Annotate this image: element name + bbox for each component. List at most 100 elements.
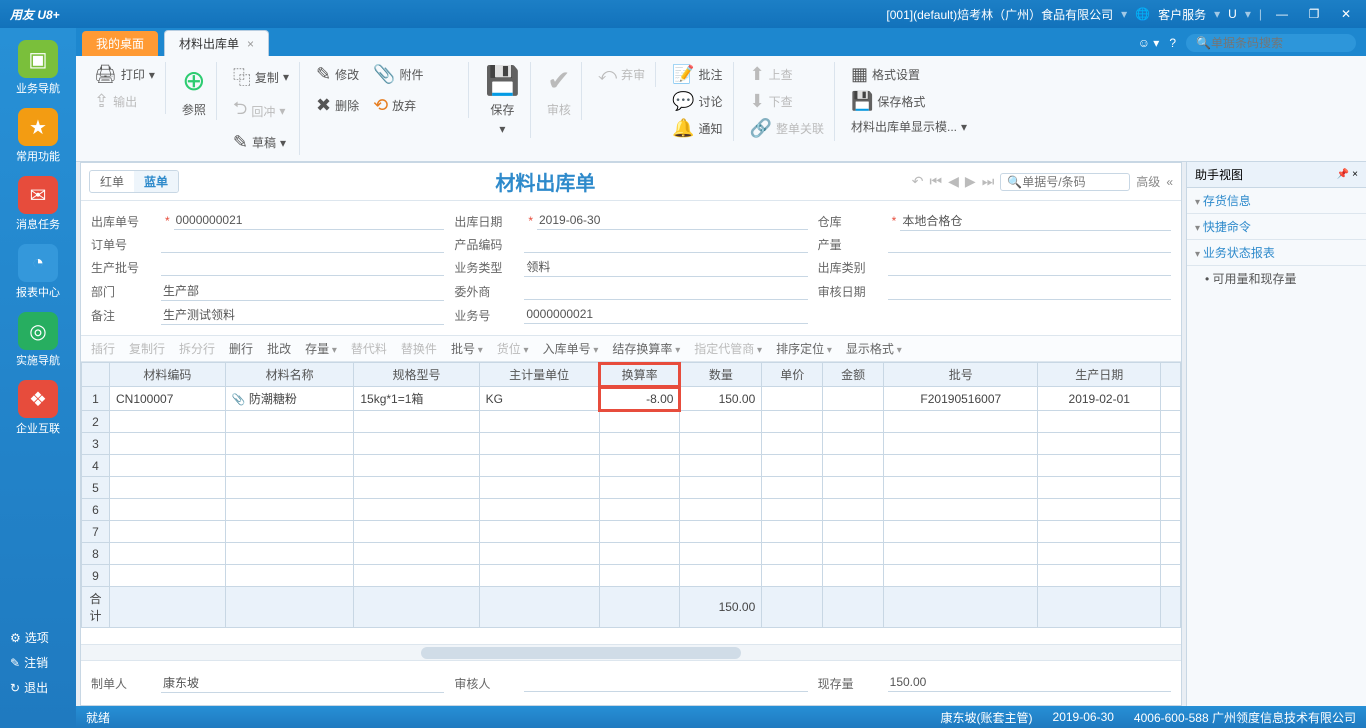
biz-no-field[interactable]: 0000000021 <box>524 306 807 324</box>
table-row[interactable]: 2 <box>82 411 1181 433</box>
col-rate[interactable]: 换算率 <box>599 363 680 387</box>
col-spec[interactable]: 规格型号 <box>354 363 479 387</box>
gt-stock[interactable]: 存量 <box>305 340 337 357</box>
pin-icon[interactable]: 📌 × <box>1337 169 1358 180</box>
table-row[interactable]: 5 <box>82 477 1181 499</box>
collapse-icon[interactable]: « <box>1166 175 1173 189</box>
gt-consign[interactable]: 指定代管商 <box>694 340 762 357</box>
col-uom[interactable]: 主计量单位 <box>479 363 599 387</box>
prod-code-field[interactable] <box>524 235 807 253</box>
reverse-button[interactable]: ⮌回冲 ▾ <box>229 94 293 128</box>
nav-options[interactable]: ⚙选项 <box>0 625 76 650</box>
section-shortcut[interactable]: 快捷命令 <box>1187 214 1366 240</box>
globe-icon[interactable]: 🌐 <box>1135 7 1150 21</box>
locator[interactable]: 🔍 <box>1000 173 1130 191</box>
edit-button[interactable]: ✎修改 <box>312 62 363 87</box>
detail-grid[interactable]: 材料编码 材料名称 规格型号 主计量单位 换算率 数量 单价 金额 批号 生产日… <box>81 362 1181 644</box>
out-type-field[interactable] <box>888 258 1171 276</box>
reference-button[interactable]: ⊕参照 <box>178 62 210 120</box>
discard-button[interactable]: ⟲放弃 <box>369 93 420 118</box>
gt-sort[interactable]: 排序定位 <box>776 340 832 357</box>
barcode-search-input[interactable] <box>1211 36 1346 50</box>
section-bizreport[interactable]: 业务状态报表 <box>1187 240 1366 266</box>
close-tab-icon[interactable]: × <box>247 37 254 51</box>
table-row[interactable]: 9 <box>82 565 1181 587</box>
tab-material-out[interactable]: 材料出库单× <box>164 30 269 56</box>
close-button[interactable]: ✕ <box>1334 7 1358 21</box>
col-amt[interactable]: 金额 <box>823 363 884 387</box>
horizontal-scrollbar[interactable] <box>81 644 1181 660</box>
abandon-audit-button[interactable]: ⤺弃审 <box>594 62 649 87</box>
undo-icon[interactable]: ↶ <box>912 173 924 190</box>
display-template-button[interactable]: 材料出库单显示模... ▾ <box>847 116 971 137</box>
trace-down-button[interactable]: ⬇下查 <box>746 89 828 114</box>
col-lot[interactable]: 批号 <box>884 363 1038 387</box>
col-code[interactable]: 材料编码 <box>110 363 226 387</box>
gt-insert[interactable]: 插行 <box>91 340 115 357</box>
output-qty-field[interactable] <box>888 235 1171 253</box>
col-name[interactable]: 材料名称 <box>225 363 354 387</box>
gt-lot[interactable]: 批号 <box>451 340 483 357</box>
nav-logout[interactable]: ✎注销 <box>0 650 76 675</box>
audit-button[interactable]: ✔审核 <box>543 62 575 120</box>
table-row[interactable]: 1 CN100007 📎 防潮糖粉 15kg*1=1箱 KG -8.00 150… <box>82 387 1181 411</box>
dept-field[interactable]: 生产部 <box>161 281 444 301</box>
advanced-link[interactable]: 高级 <box>1136 173 1160 190</box>
red-tab[interactable]: 红单 <box>90 171 134 192</box>
table-row[interactable]: 4 <box>82 455 1181 477</box>
next-icon[interactable]: ▶ <box>965 173 976 190</box>
attachment-icon[interactable]: 📎 <box>232 394 246 406</box>
smiley-icon[interactable]: ☺ ▾ <box>1138 36 1160 50</box>
table-row[interactable]: 7 <box>82 521 1181 543</box>
col-price[interactable]: 单价 <box>762 363 823 387</box>
gt-copyrow[interactable]: 复制行 <box>129 340 165 357</box>
first-icon[interactable]: ⏮ <box>930 173 943 190</box>
lot-field[interactable] <box>161 258 444 276</box>
section-stock[interactable]: 存货信息 <box>1187 188 1366 214</box>
minimize-button[interactable]: — <box>1270 7 1294 21</box>
locator-input[interactable] <box>1022 175 1123 189</box>
gt-substitute[interactable]: 替代料 <box>351 340 387 357</box>
nav-exit[interactable]: ↻退出 <box>0 675 76 700</box>
nav-impl[interactable]: ◎实施导航 <box>10 312 66 368</box>
audit-date-field[interactable] <box>888 282 1171 300</box>
col-rownum[interactable] <box>82 363 110 387</box>
copy-button[interactable]: ⿻复制 ▾ <box>229 62 293 92</box>
save-button[interactable]: 💾保存 ▾ <box>481 62 524 138</box>
nav-report[interactable]: ◔报表中心 <box>10 244 66 300</box>
last-icon[interactable]: ⏭ <box>982 173 995 190</box>
trace-up-button[interactable]: ⬆上查 <box>746 62 828 87</box>
gt-loc[interactable]: 货位 <box>497 340 529 357</box>
blue-tab[interactable]: 蓝单 <box>134 171 178 192</box>
out-date-field[interactable]: 2019-06-30 <box>537 212 808 230</box>
nav-common[interactable]: ★常用功能 <box>10 108 66 164</box>
customer-service-link[interactable]: 客户服务 <box>1158 6 1206 23</box>
table-row[interactable]: 6 <box>82 499 1181 521</box>
table-row[interactable]: 3 <box>82 433 1181 455</box>
help-icon[interactable]: ? <box>1169 36 1176 50</box>
tab-desktop[interactable]: 我的桌面 <box>82 31 158 56</box>
gt-delrow[interactable]: 删行 <box>229 340 253 357</box>
print-button[interactable]: 🖨打印 ▾ <box>90 62 159 87</box>
gt-batchedit[interactable]: 批改 <box>267 340 291 357</box>
nav-enterprise[interactable]: ❖企业互联 <box>10 380 66 436</box>
col-qty[interactable]: 数量 <box>680 363 762 387</box>
table-row[interactable]: 8 <box>82 543 1181 565</box>
remark-field[interactable]: 生产测试领料 <box>161 305 444 325</box>
nav-biznav[interactable]: ▣业务导航 <box>10 40 66 96</box>
gt-balrate[interactable]: 结存换算率 <box>612 340 680 357</box>
gt-split[interactable]: 拆分行 <box>179 340 215 357</box>
gt-display[interactable]: 显示格式 <box>846 340 902 357</box>
output-button[interactable]: ⇪输出 <box>90 89 159 114</box>
gt-replace[interactable]: 替换件 <box>401 340 437 357</box>
annotate-button[interactable]: 📝批注 <box>668 62 726 87</box>
out-no-field[interactable]: 0000000021 <box>174 212 445 230</box>
order-no-field[interactable] <box>161 235 444 253</box>
save-format-button[interactable]: 💾保存格式 <box>847 89 971 114</box>
biz-type-field[interactable]: 领料 <box>524 257 807 277</box>
prev-icon[interactable]: ◀ <box>948 173 959 190</box>
warehouse-field[interactable]: 本地合格仓 <box>900 211 1171 231</box>
u-menu[interactable]: U <box>1228 7 1237 21</box>
notify-button[interactable]: 🔔通知 <box>668 116 726 141</box>
whole-rel-button[interactable]: 🔗整单关联 <box>746 116 828 141</box>
